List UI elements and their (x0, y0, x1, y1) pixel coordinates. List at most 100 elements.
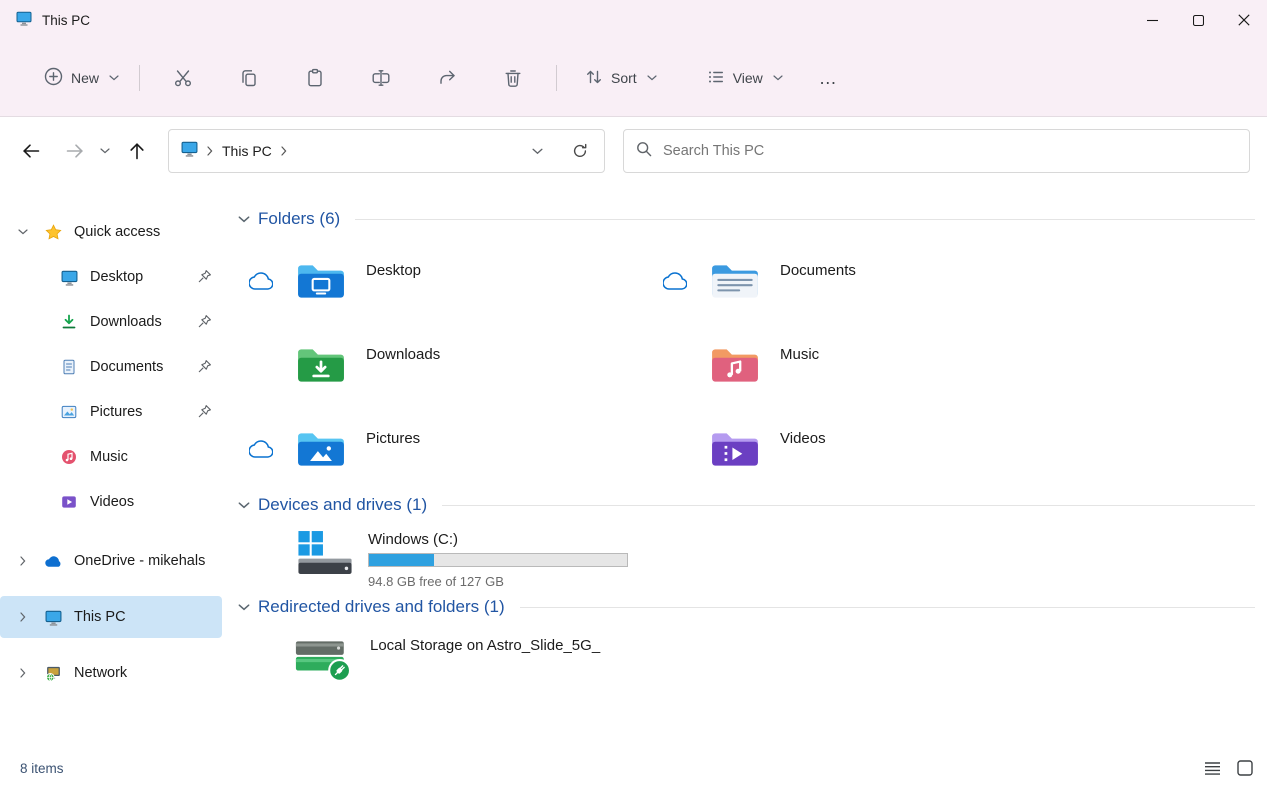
window-controls (1129, 0, 1267, 40)
sort-arrows-icon (585, 68, 603, 89)
plus-circle-icon (44, 67, 63, 89)
downloads-icon (60, 313, 78, 331)
redirected-drive-item[interactable]: Local Storage on Astro_Slide_5G_ (238, 633, 1255, 685)
pin-icon (197, 404, 212, 423)
sidebar-item-pictures[interactable]: Pictures (0, 391, 222, 433)
desktop-icon (60, 268, 78, 286)
folder-item-label: Downloads (366, 346, 440, 363)
copy-button[interactable] (229, 58, 269, 98)
refresh-icon[interactable] (566, 137, 594, 165)
view-button-label: View (733, 70, 763, 86)
maximize-button[interactable] (1175, 0, 1221, 40)
view-list-icon (707, 68, 725, 89)
new-button-label: New (71, 70, 99, 86)
details-view-icon[interactable] (1204, 761, 1221, 776)
sidebar-item-documents[interactable]: Documents (0, 346, 222, 388)
section-title: Folders (6) (258, 209, 340, 229)
window-title: This PC (42, 13, 90, 28)
downloads-folder-icon (296, 345, 346, 385)
section-header-folders[interactable]: Folders (6) (238, 209, 1255, 229)
more-options-button[interactable]: … (807, 62, 850, 95)
delete-icon (503, 68, 523, 88)
chevron-right-icon[interactable] (16, 612, 30, 622)
drive-capacity-bar (368, 553, 628, 567)
sidebar-item-downloads[interactable]: Downloads (0, 301, 222, 343)
search-icon (636, 141, 652, 162)
rename-button[interactable] (361, 58, 401, 98)
chevron-down-icon[interactable] (16, 229, 30, 235)
up-button[interactable] (120, 134, 154, 168)
sidebar-item-music[interactable]: Music (0, 436, 222, 478)
pictures-folder-icon (296, 429, 346, 469)
address-dropdown-chevron-icon[interactable] (526, 142, 549, 161)
section-title: Devices and drives (1) (258, 495, 427, 515)
close-button[interactable] (1221, 0, 1267, 40)
onedrive-cloud-icon (44, 552, 62, 570)
sidebar-item-label: Quick access (74, 224, 222, 240)
folder-item-documents[interactable]: Documents (652, 239, 1082, 323)
folder-item-label: Music (780, 346, 819, 363)
section-divider-line (355, 219, 1255, 220)
sidebar-item-network[interactable]: Network (0, 652, 222, 694)
large-icons-view-icon[interactable] (1237, 760, 1253, 776)
sidebar-item-label: This PC (74, 609, 222, 625)
new-button[interactable]: New (34, 59, 129, 97)
network-drive-icon (292, 633, 356, 685)
documents-folder-icon (710, 261, 760, 301)
delete-button[interactable] (493, 58, 533, 98)
forward-button[interactable] (58, 134, 92, 168)
sidebar-item-onedrive[interactable]: OneDrive - mikehals (0, 540, 222, 582)
folder-item-desktop[interactable]: Desktop (238, 239, 652, 323)
chevron-right-icon[interactable] (16, 668, 30, 678)
chevron-right-icon[interactable] (16, 556, 30, 566)
navigation-bar: This PC (0, 117, 1267, 185)
section-header-devices[interactable]: Devices and drives (1) (238, 495, 1255, 515)
section-divider-line (442, 505, 1255, 506)
pin-icon (197, 314, 212, 333)
folder-item-music[interactable]: Music (652, 323, 1082, 407)
documents-icon (60, 358, 78, 376)
folder-item-label: Desktop (366, 262, 421, 279)
chevron-down-icon (109, 75, 119, 81)
sidebar-item-desktop[interactable]: Desktop (0, 256, 222, 298)
sidebar-item-videos[interactable]: Videos (0, 481, 222, 523)
sidebar-group-gap (0, 526, 222, 540)
search-box[interactable] (623, 129, 1250, 173)
sidebar-item-label: Videos (90, 494, 222, 510)
pictures-icon (60, 403, 78, 421)
titlebar-left: This PC (0, 10, 1129, 31)
recent-locations-chevron-icon[interactable] (94, 134, 116, 168)
cut-button[interactable] (163, 58, 203, 98)
folder-item-downloads[interactable]: Downloads (238, 323, 652, 407)
search-input[interactable] (663, 143, 1237, 159)
share-button[interactable] (427, 58, 467, 98)
folder-item-pictures[interactable]: Pictures (238, 407, 652, 491)
view-button[interactable]: View (697, 60, 793, 97)
address-bar[interactable]: This PC (168, 129, 605, 173)
chevron-down-icon[interactable] (238, 216, 250, 223)
chevron-down-icon[interactable] (238, 604, 250, 611)
breadcrumb-this-pc[interactable]: This PC (222, 143, 272, 159)
folder-item-label: Videos (780, 430, 826, 447)
sidebar-item-quick-access[interactable]: Quick access (0, 211, 222, 253)
minimize-button[interactable] (1129, 0, 1175, 40)
breadcrumb-chevron-icon[interactable] (207, 146, 213, 156)
toolbar-divider (139, 65, 140, 91)
sidebar-item-this-pc[interactable]: This PC (0, 596, 222, 638)
videos-folder-icon (710, 429, 760, 469)
onedrive-status-cloud-icon (662, 271, 688, 291)
this-pc-monitor-icon (181, 140, 198, 162)
chevron-down-icon[interactable] (238, 502, 250, 509)
sidebar-item-label: Music (90, 449, 222, 465)
section-header-redirected[interactable]: Redirected drives and folders (1) (238, 597, 1255, 617)
breadcrumb-chevron-icon[interactable] (281, 146, 287, 156)
sidebar-item-label: Network (74, 665, 222, 681)
paste-button[interactable] (295, 58, 335, 98)
drive-item-windows-c[interactable]: Windows (C:) 94.8 GB free of 127 GB (238, 529, 1255, 589)
desktop-folder-icon (296, 261, 346, 301)
back-button[interactable] (14, 134, 48, 168)
file-explorer-window: This PC New (0, 0, 1267, 785)
star-icon (44, 223, 62, 241)
folder-item-videos[interactable]: Videos (652, 407, 1082, 491)
sort-button[interactable]: Sort (575, 60, 667, 97)
